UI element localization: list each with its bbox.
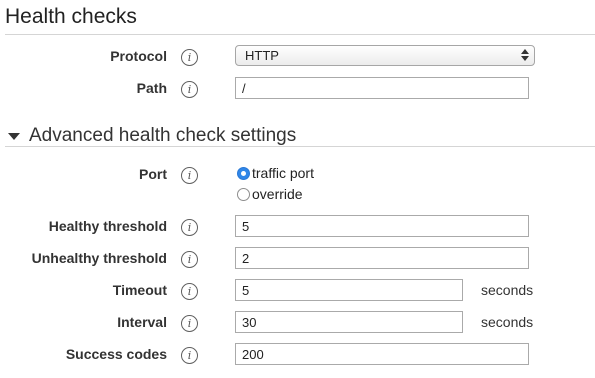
- info-icon[interactable]: i: [181, 219, 198, 236]
- info-icon[interactable]: i: [181, 315, 198, 332]
- radio-traffic-port[interactable]: [237, 167, 250, 180]
- radio-selected-dot: [241, 171, 246, 176]
- protocol-select[interactable]: HTTP: [235, 45, 535, 66]
- info-icon[interactable]: i: [181, 251, 198, 268]
- protocol-select-value: HTTP: [245, 48, 279, 63]
- interval-label: Interval: [117, 314, 167, 330]
- select-arrows-icon: [521, 49, 529, 62]
- info-icon[interactable]: i: [181, 49, 198, 66]
- section-title: Health checks: [5, 5, 137, 28]
- timeout-input[interactable]: [235, 279, 463, 301]
- timeout-unit: seconds: [481, 282, 534, 298]
- override-label[interactable]: override: [252, 185, 303, 203]
- subsection-divider: [5, 146, 595, 147]
- info-icon[interactable]: i: [181, 283, 198, 300]
- caret-down-icon[interactable]: [8, 133, 20, 140]
- port-label: Port: [139, 166, 167, 182]
- path-label: Path: [136, 80, 167, 96]
- protocol-label: Protocol: [110, 48, 167, 64]
- healthy-threshold-label: Healthy threshold: [48, 218, 167, 234]
- info-icon[interactable]: i: [181, 167, 198, 184]
- unhealthy-threshold-input[interactable]: [235, 247, 529, 269]
- healthy-threshold-input[interactable]: [235, 215, 529, 237]
- info-icon[interactable]: i: [181, 347, 198, 364]
- path-input[interactable]: [235, 77, 529, 99]
- section-divider: [5, 34, 595, 35]
- timeout-label: Timeout: [112, 282, 167, 298]
- success-codes-input[interactable]: [235, 343, 529, 365]
- traffic-port-label[interactable]: traffic port: [252, 164, 314, 182]
- interval-input[interactable]: [235, 311, 463, 333]
- radio-override[interactable]: [237, 188, 250, 201]
- unhealthy-threshold-label: Unhealthy threshold: [31, 250, 167, 266]
- interval-unit: seconds: [481, 314, 534, 330]
- success-codes-label: Success codes: [65, 346, 167, 362]
- info-icon[interactable]: i: [181, 81, 198, 98]
